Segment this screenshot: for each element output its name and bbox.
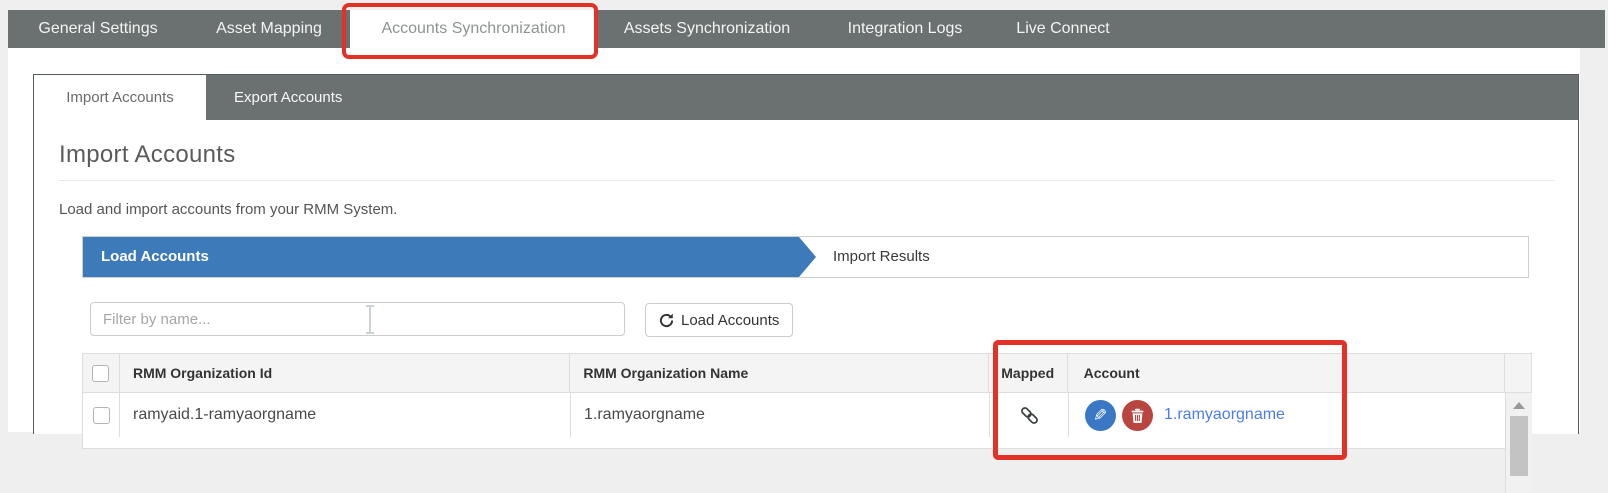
row-select-cell [83, 393, 119, 437]
scrollbar-thumb[interactable] [1510, 416, 1528, 476]
table-row: ramyaid.1-ramyaorgname 1.ramyaorgname [83, 393, 1531, 437]
tab-panel: Import Accounts Export Accounts Import A… [33, 74, 1579, 434]
pencil-icon: ✎ [1093, 407, 1107, 424]
load-accounts-button[interactable]: Load Accounts [645, 303, 793, 337]
cell-account: ✎ [1068, 393, 1506, 437]
account-link[interactable]: 1.ramyaorgname [1164, 406, 1285, 424]
wizard-step-load-accounts[interactable]: Load Accounts [83, 237, 799, 277]
column-header-mapped[interactable]: Mapped [988, 354, 1067, 392]
tab-import-accounts[interactable]: Import Accounts [34, 75, 206, 120]
scrollbar-up-arrow-icon[interactable] [1513, 402, 1525, 409]
import-accounts-panel: Import Accounts Load and import accounts… [34, 142, 1578, 449]
scrollbar-header-cell [1504, 354, 1531, 392]
page-title: Import Accounts [59, 142, 1554, 181]
accounts-table: RMM Organization Id RMM Organization Nam… [82, 353, 1532, 449]
select-all-cell [83, 354, 119, 392]
nav-tab-accounts-synchronization[interactable]: Accounts Synchronization [350, 10, 597, 48]
cell-mapped [989, 393, 1068, 437]
wizard-steps: Load Accounts Import Results [82, 236, 1529, 278]
select-all-checkbox[interactable] [92, 365, 109, 382]
filter-row: Load Accounts [82, 301, 1554, 337]
filter-input[interactable] [90, 302, 625, 336]
nav-tab-integration-logs[interactable]: Integration Logs [817, 10, 993, 48]
wizard-arrow [799, 237, 816, 277]
cell-rmm-org-id: ramyaid.1-ramyaorgname [119, 393, 570, 437]
top-nav: General Settings Asset Mapping Accounts … [8, 10, 1605, 48]
load-accounts-button-label: Load Accounts [681, 312, 779, 329]
content-area: Import Accounts Export Accounts Import A… [8, 48, 1580, 432]
nav-tab-live-connect[interactable]: Live Connect [993, 10, 1133, 48]
table-header-row: RMM Organization Id RMM Organization Nam… [83, 354, 1531, 393]
subtab-bar: Import Accounts Export Accounts [34, 75, 1578, 120]
trash-icon [1131, 408, 1144, 423]
link-icon [1019, 405, 1040, 426]
column-header-rmm-organization-name[interactable]: RMM Organization Name [569, 354, 987, 392]
edit-account-button[interactable]: ✎ [1085, 400, 1116, 431]
nav-tab-asset-mapping[interactable]: Asset Mapping [188, 10, 350, 48]
column-header-account[interactable]: Account [1067, 354, 1504, 392]
wizard-step-import-results[interactable]: Import Results [833, 237, 930, 277]
column-header-rmm-organization-id[interactable]: RMM Organization Id [119, 354, 569, 392]
tab-export-accounts[interactable]: Export Accounts [206, 75, 370, 120]
page-description: Load and import accounts from your RMM S… [59, 201, 1554, 218]
table-scrollbar[interactable] [1505, 393, 1532, 493]
delete-mapping-button[interactable] [1122, 400, 1153, 431]
row-checkbox[interactable] [93, 407, 110, 424]
nav-tab-general-settings[interactable]: General Settings [8, 10, 188, 48]
refresh-icon [659, 313, 674, 328]
cell-rmm-org-name: 1.ramyaorgname [570, 393, 989, 437]
nav-tab-assets-synchronization[interactable]: Assets Synchronization [597, 10, 817, 48]
